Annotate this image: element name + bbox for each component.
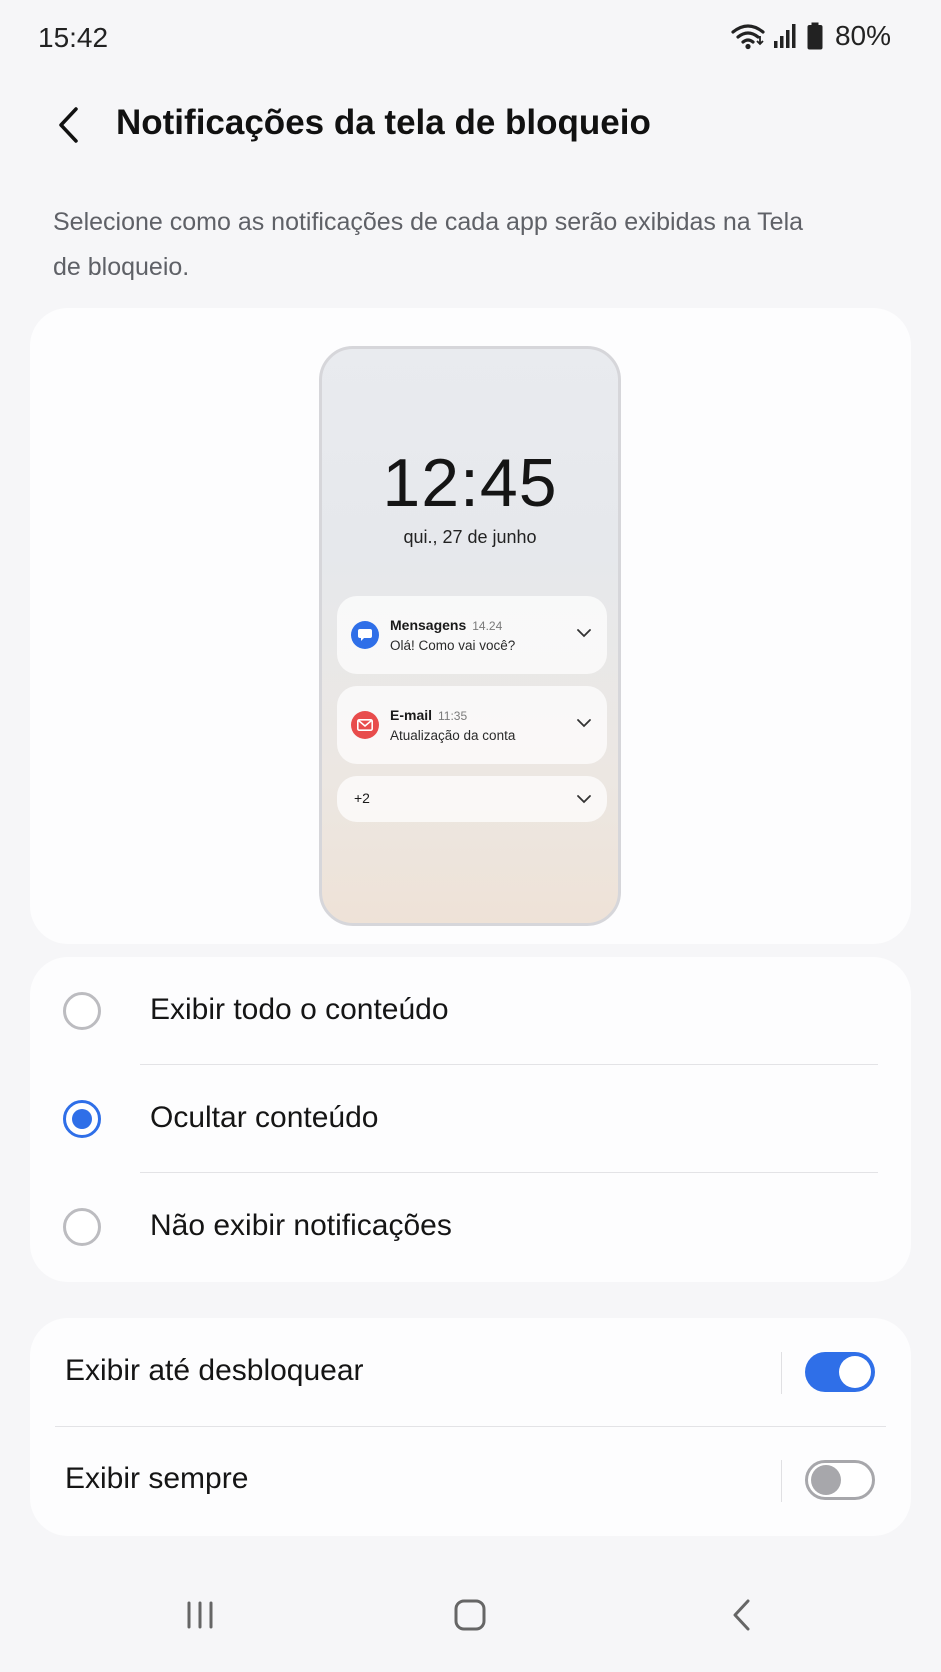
setting-label: Exibir sempre bbox=[65, 1462, 249, 1495]
status-bar: 15:42 80% bbox=[0, 0, 941, 76]
header: Notificações da tela de bloqueio bbox=[0, 95, 941, 155]
notification-text: Olá! Como vai você? bbox=[390, 638, 516, 653]
setting-show-always[interactable]: Exibir sempre bbox=[30, 1426, 911, 1534]
option-show-all-content[interactable]: Exibir todo o conteúdo bbox=[30, 957, 911, 1065]
mail-icon bbox=[351, 711, 379, 739]
nav-back-button[interactable] bbox=[712, 1590, 772, 1640]
battery-percent: 80% bbox=[834, 20, 891, 51]
page-title: Notificações da tela de bloqueio bbox=[116, 103, 651, 142]
chevron-down-icon bbox=[577, 795, 591, 804]
more-count: +2 bbox=[354, 790, 370, 806]
back-icon bbox=[733, 1599, 750, 1631]
radio-button[interactable] bbox=[63, 1100, 101, 1138]
lockscreen-preview: 12:45 qui., 27 de junho Mensagens 14.24 O… bbox=[319, 346, 621, 926]
notification-time: 11:35 bbox=[438, 709, 468, 723]
toggles-card: Exibir até desbloquear Exibir sempre bbox=[30, 1318, 911, 1536]
message-icon bbox=[351, 621, 379, 649]
preview-notification: E-mail 11:35 Atualização da conta bbox=[337, 686, 607, 764]
home-button[interactable] bbox=[440, 1590, 500, 1640]
recents-icon bbox=[187, 1601, 213, 1629]
preview-date: qui., 27 de junho bbox=[403, 527, 537, 547]
notification-app-name: Mensagens bbox=[390, 617, 467, 633]
radio-button[interactable] bbox=[63, 1208, 101, 1246]
divider bbox=[781, 1460, 782, 1502]
back-arrow-icon bbox=[59, 107, 78, 143]
battery-icon bbox=[807, 22, 823, 50]
notification-time: 14.24 bbox=[472, 619, 503, 633]
option-label: Não exibir notificações bbox=[150, 1209, 452, 1242]
chevron-down-icon bbox=[577, 719, 591, 728]
home-icon bbox=[454, 1599, 486, 1631]
toggle-switch[interactable] bbox=[805, 1460, 875, 1500]
status-icons: 80% bbox=[731, 20, 891, 52]
preview-clock: 12:45 bbox=[382, 445, 558, 521]
setting-show-until-unlock[interactable]: Exibir até desbloquear bbox=[30, 1318, 911, 1426]
toggle-switch[interactable] bbox=[805, 1352, 875, 1392]
option-do-not-show-notifications[interactable]: Não exibir notificações bbox=[30, 1173, 911, 1281]
display-options-card: Exibir todo o conteúdo Ocultar conteúdo … bbox=[30, 957, 911, 1282]
preview-more-notifications: +2 bbox=[337, 776, 607, 822]
notification-app-name: E-mail bbox=[390, 707, 433, 723]
option-label: Ocultar conteúdo bbox=[150, 1101, 379, 1134]
toggle-knob bbox=[839, 1356, 871, 1388]
toggle-knob bbox=[811, 1465, 841, 1495]
preview-notification: Mensagens 14.24 Olá! Como vai você? bbox=[337, 596, 607, 674]
preview-card: 12:45 qui., 27 de junho Mensagens 14.24 O… bbox=[30, 308, 911, 944]
divider bbox=[781, 1352, 782, 1394]
notification-text: Atualização da conta bbox=[390, 728, 516, 743]
recents-button[interactable] bbox=[170, 1590, 230, 1640]
navigation-bar bbox=[0, 1562, 941, 1672]
signal-icon bbox=[773, 23, 799, 49]
back-button[interactable] bbox=[48, 103, 88, 147]
setting-label: Exibir até desbloquear bbox=[65, 1354, 364, 1387]
status-time: 15:42 bbox=[38, 22, 109, 53]
wifi-icon bbox=[731, 22, 765, 50]
radio-button[interactable] bbox=[63, 992, 101, 1030]
chevron-down-icon bbox=[577, 629, 591, 638]
option-hide-content[interactable]: Ocultar conteúdo bbox=[30, 1065, 911, 1173]
option-label: Exibir todo o conteúdo bbox=[150, 993, 449, 1026]
description-text: Selecione como as notificações de cada a… bbox=[53, 208, 804, 281]
